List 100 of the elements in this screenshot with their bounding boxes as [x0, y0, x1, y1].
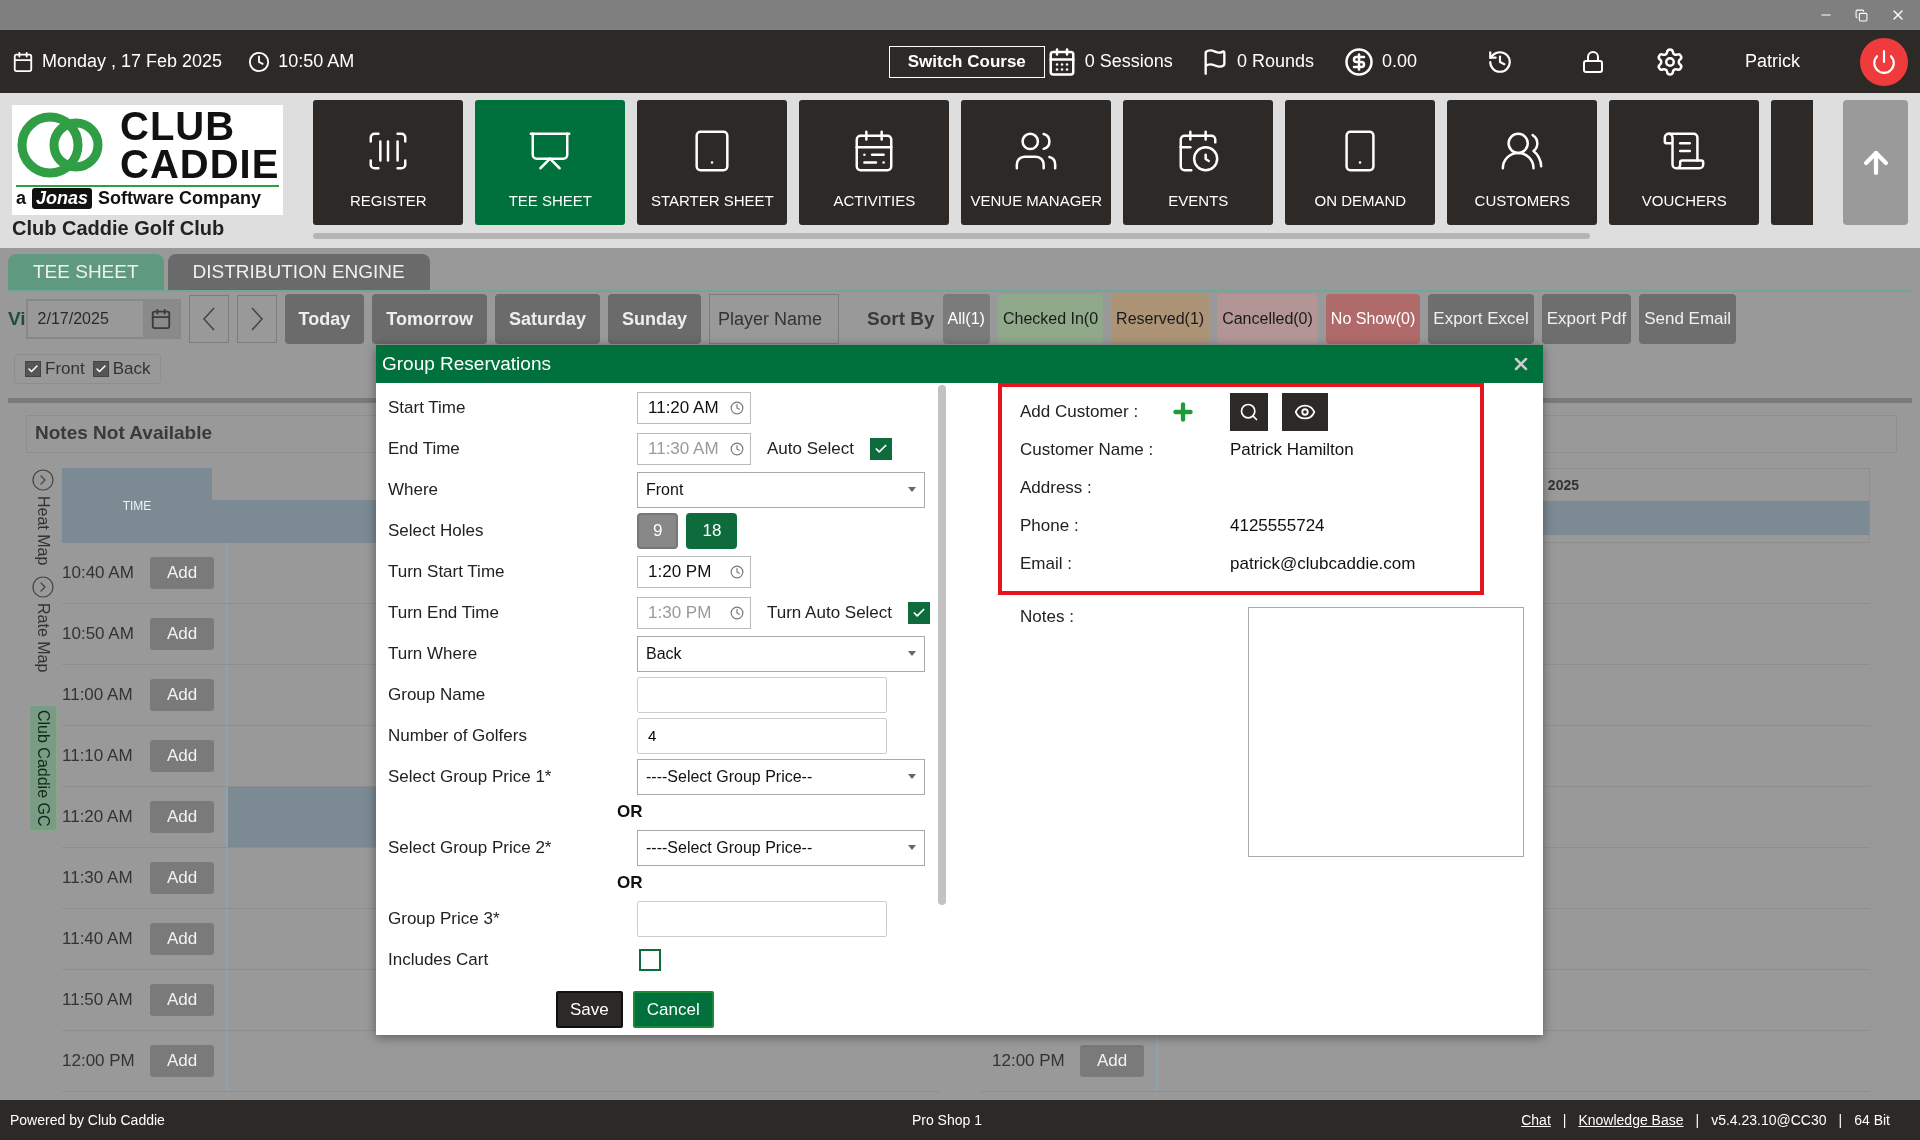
status-filter[interactable]: Checked In(0 [997, 294, 1104, 344]
nav-tile[interactable]: TEE SHEET [475, 100, 626, 225]
checkbox[interactable] [92, 361, 109, 377]
side-tab-label[interactable]: Heat Map [34, 496, 52, 566]
previous-button[interactable] [188, 295, 229, 343]
clock-icon [730, 564, 744, 579]
footer-link[interactable]: Chat [1521, 1112, 1551, 1128]
tab[interactable]: DISTRIBUTION ENGINE [167, 254, 430, 290]
field-value: patrick@clubcaddie.com [1230, 554, 1417, 574]
nav-tile-edge[interactable] [1771, 100, 1814, 225]
side-tab-label[interactable]: Rate Map [34, 603, 52, 673]
scrollbar[interactable] [313, 233, 1591, 239]
caret-icon [908, 845, 916, 850]
field-label: Group Price 3* [388, 908, 501, 929]
nav-tile[interactable]: STARTER SHEET [637, 100, 788, 225]
balance-amount: 0.00 [1381, 51, 1417, 72]
search-button[interactable] [1230, 393, 1268, 431]
search-icon [1239, 402, 1259, 422]
slot-time: 11:50 AM [62, 990, 134, 1010]
text-field[interactable] [637, 900, 887, 937]
dropdown[interactable]: ----Select Group Price-- [637, 829, 925, 866]
switch-course-button[interactable]: Switch Course [888, 45, 1045, 78]
nav-tile[interactable]: VOUCHERS [1609, 100, 1760, 225]
day-button[interactable]: Sunday [608, 294, 701, 344]
view-button[interactable] [1282, 393, 1328, 431]
add-button[interactable]: Add [150, 679, 214, 711]
add-button[interactable]: Add [150, 862, 214, 894]
status-filter[interactable]: Cancelled(0) [1217, 294, 1318, 344]
footer-link[interactable]: Knowledge Base [1578, 1112, 1684, 1128]
export-button[interactable]: Send Email [1639, 294, 1737, 344]
checkbox[interactable] [639, 948, 661, 971]
cancel-button[interactable]: Cancel [632, 991, 714, 1028]
add-button[interactable]: Add [150, 740, 214, 772]
date-field[interactable]: 2/17/2025 [25, 299, 181, 339]
clock-icon [248, 50, 271, 73]
power-icon [1871, 48, 1897, 75]
restore-icon[interactable] [1855, 8, 1868, 22]
brand-logo-text: Jonas [32, 188, 93, 209]
nav-tile[interactable]: REGISTER [313, 100, 464, 225]
text-field[interactable]: 4 [637, 717, 887, 754]
expand-icon[interactable] [31, 575, 55, 600]
slot-time: 11:10 AM [62, 746, 134, 766]
time-field[interactable]: 11:20 AM [637, 391, 751, 424]
separator-text: | [1562, 1112, 1567, 1128]
checkbox-label: Turn Auto Select [767, 602, 893, 623]
nav-tile[interactable]: EVENTS [1123, 100, 1274, 225]
tab[interactable]: TEE SHEET [8, 254, 164, 290]
export-button[interactable]: Export Excel [1428, 294, 1534, 344]
export-button[interactable]: Export Pdf [1541, 294, 1632, 344]
nav-tile[interactable]: ACTIVITIES [799, 100, 950, 225]
add-icon[interactable] [1170, 399, 1196, 425]
save-button[interactable]: Save [556, 991, 623, 1028]
status-filter[interactable]: No Show(0) [1325, 294, 1421, 344]
settings-icon[interactable] [1655, 46, 1685, 77]
time-field[interactable]: 1:20 PM [637, 555, 751, 588]
caret-icon [908, 774, 916, 779]
clock-icon[interactable] [1487, 48, 1513, 75]
field-label: Turn Where [388, 643, 479, 664]
expand-icon[interactable] [31, 468, 55, 492]
add-button[interactable]: Add [150, 923, 214, 955]
separator-text: | [1838, 1112, 1843, 1128]
field-label: Select Group Price 2* [388, 837, 553, 858]
dropdown[interactable]: Front [637, 471, 925, 508]
power-button[interactable] [1860, 37, 1908, 86]
footer-text: 64 Bit [1854, 1112, 1890, 1128]
next-button[interactable] [236, 295, 277, 343]
day-button[interactable]: Saturday [494, 294, 600, 344]
calendar-icon [1046, 46, 1077, 77]
nav-tile[interactable]: VENUE MANAGER [961, 100, 1112, 225]
clock-icon [730, 605, 744, 620]
text-field[interactable] [637, 676, 887, 713]
status-filter[interactable]: Reserved(1) [1111, 294, 1210, 344]
add-button[interactable]: Add [1080, 1045, 1144, 1077]
player-name-field[interactable]: Player Name [709, 294, 839, 344]
scrollbar-thumb[interactable] [938, 385, 946, 905]
dropdown[interactable]: ----Select Group Price-- [637, 758, 925, 795]
date-header: 2025 [1547, 476, 1579, 495]
nav-tile[interactable]: ON DEMAND [1285, 100, 1436, 225]
nav-tile[interactable]: CUSTOMERS [1447, 100, 1598, 225]
field-label: Start Time [388, 397, 467, 418]
field-value: 4125555724 [1230, 516, 1326, 536]
scroll-up-button[interactable] [1843, 100, 1908, 225]
day-button[interactable]: Today [284, 294, 365, 344]
user-name[interactable]: Patrick [1745, 51, 1800, 72]
holes-button[interactable]: 18 [686, 512, 738, 549]
course-tab[interactable]: Club Caddie GC [29, 704, 57, 832]
notes-field[interactable] [1248, 607, 1524, 857]
add-button[interactable]: Add [150, 557, 214, 589]
add-button[interactable]: Add [150, 618, 214, 650]
day-button[interactable]: Tomorrow [372, 294, 487, 344]
slot-time: 10:50 AM [62, 624, 135, 644]
status-filter[interactable]: All(1) [942, 294, 990, 344]
calendar-button[interactable] [142, 301, 179, 337]
checkbox[interactable] [25, 361, 41, 377]
holes-button[interactable]: 9 [637, 512, 679, 549]
dropdown[interactable]: Back [637, 635, 925, 672]
add-button[interactable]: Add [150, 801, 214, 833]
add-button[interactable]: Add [150, 1045, 214, 1077]
add-button[interactable]: Add [150, 984, 214, 1016]
lock-icon[interactable] [1581, 49, 1605, 74]
